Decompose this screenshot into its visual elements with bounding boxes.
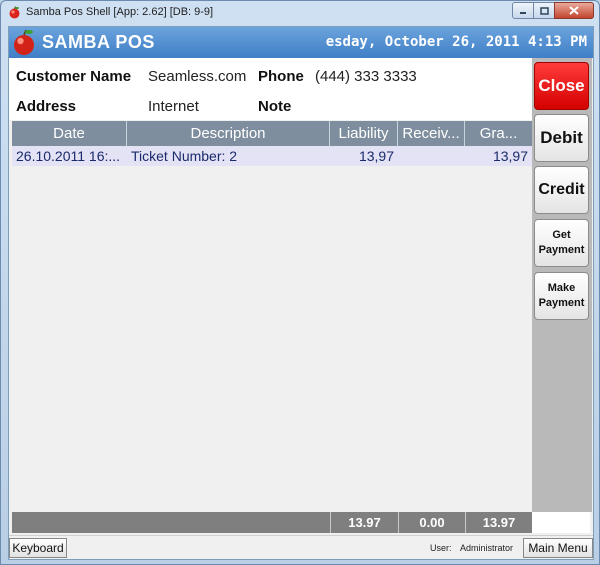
user-name: Administrator <box>460 543 514 553</box>
total-liability: 13.97 <box>330 512 398 533</box>
phone-value: (444) 333 3333 <box>315 68 417 85</box>
maximize-button[interactable] <box>533 2 555 19</box>
app-brand: SAMBA POS <box>42 32 155 52</box>
app-window: Samba Pos Shell [App: 2.62] [DB: 9-9] SA… <box>0 0 600 565</box>
apple-icon <box>9 6 20 19</box>
table-row[interactable]: 26.10.2011 16:... Ticket Number: 2 13,97… <box>12 146 532 166</box>
customer-name-value: Seamless.com <box>148 68 247 85</box>
make-payment-line1: Make <box>547 282 576 294</box>
get-payment-label: Get Payment <box>539 228 585 258</box>
column-header-liability[interactable]: Liability <box>330 121 398 146</box>
app-header: SAMBA POS esday, October 26, 2011 4:13 P… <box>9 27 593 58</box>
cell-grand-total: 13,97 <box>492 148 528 164</box>
make-payment-label: Make Payment <box>539 281 585 311</box>
title-bar[interactable]: Samba Pos Shell [App: 2.62] [DB: 9-9] <box>1 1 599 25</box>
status-bar: Keyboard User: Administrator Main Menu <box>9 535 593 559</box>
get-payment-line1: Get <box>552 229 571 241</box>
total-receivable: 0.00 <box>398 512 465 533</box>
customer-info-panel: Customer Name Seamless.com Phone (444) 3… <box>9 58 532 120</box>
cell-description: Ticket Number: 2 <box>131 148 238 164</box>
maximize-icon <box>539 6 549 15</box>
apple-logo-icon <box>14 29 34 55</box>
cell-liability: 13,97 <box>358 148 394 164</box>
make-payment-button[interactable]: Make Payment <box>534 272 589 320</box>
phone-label: Phone <box>258 68 304 85</box>
minimize-button[interactable] <box>512 2 534 19</box>
window-close-button[interactable] <box>554 2 594 19</box>
client-area: SAMBA POS esday, October 26, 2011 4:13 P… <box>8 26 594 560</box>
date-time-display: esday, October 26, 2011 4:13 PM <box>325 34 587 50</box>
customer-name-label: Customer Name <box>16 68 132 85</box>
credit-button[interactable]: Credit <box>534 166 589 214</box>
window-title: Samba Pos Shell [App: 2.62] [DB: 9-9] <box>26 6 214 18</box>
totals-filler <box>532 512 590 533</box>
action-button-panel: Close Debit Credit Get Payment Make Paymen… <box>532 58 592 512</box>
debit-button[interactable]: Debit <box>534 114 589 162</box>
close-icon <box>569 6 579 15</box>
make-payment-line2: Payment <box>538 297 585 309</box>
totals-spacer <box>12 512 330 533</box>
main-menu-button[interactable]: Main Menu <box>523 538 593 558</box>
close-button[interactable]: Close <box>534 62 589 110</box>
get-payment-button[interactable]: Get Payment <box>534 219 589 267</box>
column-header-description[interactable]: Description <box>127 121 330 146</box>
total-grand: 13.97 <box>465 512 532 533</box>
cell-date: 26.10.2011 16:... <box>16 148 121 164</box>
totals-bar: 13.97 0.00 13.97 <box>12 512 532 533</box>
transactions-grid[interactable]: Date Description Liability Receiv... Gra… <box>12 121 532 512</box>
cell-receivable <box>398 146 465 166</box>
column-header-grand-total[interactable]: Gra... <box>465 121 532 146</box>
grid-header: Date Description Liability Receiv... Gra… <box>12 121 532 146</box>
get-payment-line2: Payment <box>538 244 585 256</box>
address-value: Internet <box>148 98 199 115</box>
address-label: Address <box>16 98 77 115</box>
note-label: Note <box>258 98 292 115</box>
keyboard-button[interactable]: Keyboard <box>9 538 67 558</box>
column-header-receivable[interactable]: Receiv... <box>398 121 465 146</box>
user-label: User: <box>430 543 452 553</box>
minimize-icon <box>520 11 526 14</box>
column-header-date[interactable]: Date <box>12 121 127 146</box>
